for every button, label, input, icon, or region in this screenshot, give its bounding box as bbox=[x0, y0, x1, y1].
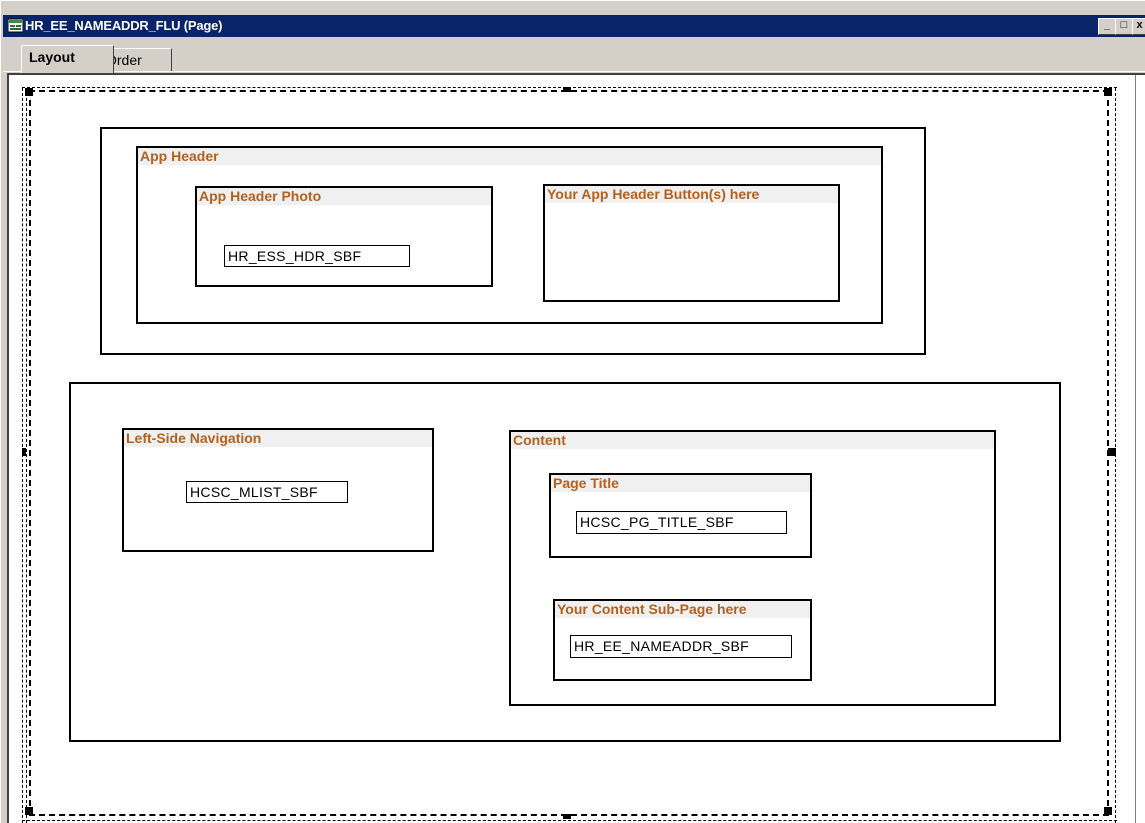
hcsc-pg-title-sbf-field[interactable]: HCSC_PG_TITLE_SBF bbox=[576, 511, 787, 534]
resize-handle-top-left[interactable] bbox=[25, 88, 33, 96]
hr-ee-nameaddr-sbf-field[interactable]: HR_EE_NAMEADDR_SBF bbox=[570, 635, 792, 658]
minimize-button[interactable]: _ bbox=[1098, 18, 1116, 35]
app-header-buttons-label: Your App Header Button(s) here bbox=[545, 186, 838, 203]
hr-ess-hdr-sbf-field[interactable]: HR_ESS_HDR_SBF bbox=[224, 245, 410, 267]
title-bar[interactable]: HR_EE_NAMEADDR_FLU (Page) _ □ x bbox=[3, 15, 1145, 37]
app-header-buttons-groupbox[interactable]: Your App Header Button(s) here bbox=[543, 184, 840, 302]
left-nav-label: Left-Side Navigation bbox=[124, 430, 432, 447]
page-boundary-bottom bbox=[22, 820, 1117, 821]
tab-strip: Layout Order bbox=[3, 37, 1145, 73]
resize-handle-bottom-left[interactable] bbox=[25, 807, 33, 815]
restore-button[interactable]: □ bbox=[1115, 18, 1133, 35]
content-subpage-label: Your Content Sub-Page here bbox=[555, 601, 810, 618]
hcsc-mlist-sbf-field[interactable]: HCSC_MLIST_SBF bbox=[186, 481, 348, 503]
resize-handle-middle-left[interactable] bbox=[22, 448, 26, 456]
app-header-photo-label: App Header Photo bbox=[197, 188, 491, 205]
canvas-right-edge bbox=[1135, 75, 1136, 823]
window-title: HR_EE_NAMEADDR_FLU (Page) bbox=[25, 18, 223, 33]
resize-handle-top-right[interactable] bbox=[1104, 88, 1112, 96]
page-title-label: Page Title bbox=[551, 475, 810, 492]
app-header-label: App Header bbox=[138, 148, 881, 165]
app-header-photo-groupbox[interactable]: App Header Photo bbox=[195, 186, 493, 287]
tab-divider bbox=[3, 71, 1145, 72]
close-button[interactable]: x bbox=[1132, 18, 1145, 35]
resize-handle-bottom-center[interactable] bbox=[563, 814, 571, 819]
tab-layout[interactable]: Layout bbox=[21, 45, 114, 73]
resize-handle-middle-right[interactable] bbox=[1108, 448, 1116, 456]
resize-handle-bottom-right[interactable] bbox=[1104, 807, 1112, 815]
page-boundary-left-inner bbox=[26, 88, 27, 823]
resize-handle-top-center[interactable] bbox=[563, 87, 571, 92]
page-definition-icon bbox=[8, 18, 23, 33]
content-label: Content bbox=[511, 432, 994, 449]
